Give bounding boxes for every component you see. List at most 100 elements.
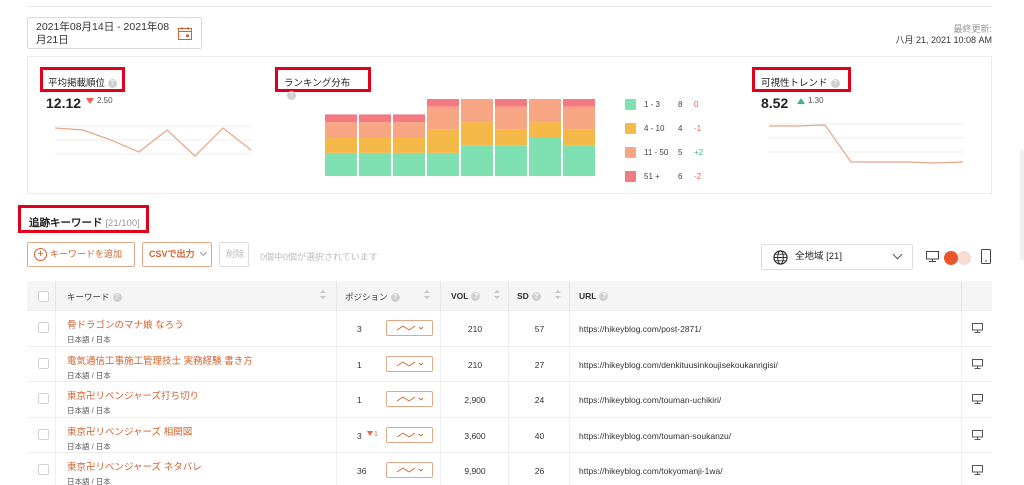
- position-history-button[interactable]: [386, 320, 433, 336]
- sort-icon[interactable]: [319, 290, 327, 300]
- row-checkbox[interactable]: [38, 428, 49, 440]
- dist-bar-segment: [427, 99, 459, 107]
- legend-item[interactable]: 11 - 50 5 +2: [625, 140, 714, 164]
- region-select[interactable]: 全地域 [21]: [761, 244, 913, 270]
- header-sd[interactable]: SD?: [517, 291, 541, 302]
- ranking-url[interactable]: https://hikeyblog.com/touman-soukanzu/: [579, 431, 731, 441]
- legend-item[interactable]: 1 - 3 8 0: [625, 92, 714, 116]
- dist-bar-segment: [393, 114, 425, 123]
- visibility-delta: 1.30: [797, 96, 824, 105]
- help-icon[interactable]: ?: [112, 293, 122, 303]
- table-row[interactable]: 東京卍リベンジャーズ打ち切り 日本語 / 日本 1 2,900 24 https://hi…: [27, 382, 992, 418]
- date-range-picker[interactable]: 2021年08月14日 - 2021年08月21日: [27, 17, 202, 49]
- tracked-keywords-count: [21/100]: [105, 218, 140, 229]
- help-icon[interactable]: ?: [599, 292, 609, 302]
- keyword-link[interactable]: 東京卍リベンジャーズ打ち切り: [67, 388, 199, 402]
- trend-icon: [396, 431, 424, 438]
- add-keyword-button[interactable]: + キーワードを追加: [27, 242, 135, 267]
- help-icon[interactable]: ?: [471, 292, 481, 302]
- keyword-link[interactable]: 骨ドラゴンのマナ娘 なろう: [67, 317, 184, 331]
- dist-bar-segment: [529, 99, 561, 123]
- dist-bar-segment: [393, 122, 425, 138]
- table-row[interactable]: 電気通信工事施工管理技士 実務経験 書き方 日本語 / 日本 1 210 27 https…: [27, 346, 992, 382]
- position-history-button[interactable]: [386, 426, 433, 443]
- keyword-cell: 東京卍リベンジャーズ ネタバレ 日本語 / 日本: [67, 459, 202, 485]
- desktop-icon[interactable]: [972, 429, 983, 440]
- legend-item[interactable]: 4 - 10 4 -1: [625, 116, 714, 140]
- legend-swatch: [625, 146, 636, 158]
- desktop-icon[interactable]: [926, 251, 939, 262]
- desktop-icon[interactable]: [972, 323, 983, 333]
- select-all-checkbox[interactable]: [38, 291, 49, 302]
- header-keyword[interactable]: キーワード?: [67, 291, 122, 303]
- position-delta: 1: [367, 431, 378, 438]
- row-checkbox[interactable]: [38, 464, 49, 475]
- help-icon[interactable]: ?: [108, 78, 118, 88]
- scrollbar[interactable]: [1020, 150, 1024, 260]
- desktop-icon[interactable]: [972, 394, 983, 404]
- sort-icon[interactable]: [554, 290, 562, 300]
- help-icon[interactable]: ?: [287, 90, 296, 100]
- legend-change: +2: [694, 147, 704, 157]
- sort-icon[interactable]: [493, 290, 501, 300]
- position-history-button[interactable]: [386, 391, 433, 407]
- column-divider: [440, 346, 441, 381]
- ranking-url[interactable]: https://hikeyblog.com/touman-uchikiri/: [579, 395, 721, 405]
- row-checkbox[interactable]: [38, 357, 49, 369]
- date-range-text: 2021年08月14日 - 2021年08月21日: [36, 21, 170, 46]
- header-keyword-label: キーワード: [67, 292, 110, 302]
- header-vol-label: VOL: [451, 291, 469, 301]
- tracked-keywords-title: 追跡キーワード: [29, 217, 103, 229]
- keyword-table: キーワード? ポジション? VOL? SD? URL? 骨ドラゴンのマナ娘 なろ…: [27, 281, 992, 485]
- ranking-url[interactable]: https://hikeyblog.com/post-2871/: [579, 324, 701, 334]
- column-divider: [336, 417, 337, 452]
- header-vol[interactable]: VOL?: [451, 291, 481, 302]
- help-icon[interactable]: ?: [830, 78, 840, 88]
- last-updated: 最終更新: 八月 21, 2021 10:08 AM: [895, 24, 992, 46]
- position-history-button[interactable]: [386, 355, 433, 372]
- column-divider: [961, 382, 962, 417]
- table-header: キーワード? ポジション? VOL? SD? URL?: [27, 281, 992, 311]
- ranking-url[interactable]: https://hikeyblog.com/tokyomanji-1wa/: [579, 466, 723, 476]
- column-divider: [508, 453, 509, 485]
- help-icon[interactable]: ?: [390, 293, 400, 303]
- ranking-dist-title-box: ランキング分布?: [275, 67, 371, 100]
- row-checkbox[interactable]: [38, 322, 49, 333]
- keyword-link[interactable]: 東京卍リベンジャーズ ネタバレ: [67, 459, 202, 473]
- device-toggle-track[interactable]: [957, 251, 971, 265]
- table-row[interactable]: 東京卍リベンジャーズ ネタバレ 日本語 / 日本 36 9,900 26 https://…: [27, 453, 992, 485]
- column-divider: [336, 382, 337, 417]
- volume-value: 210: [467, 359, 483, 370]
- column-divider: [508, 346, 509, 381]
- delete-label: 削除: [226, 249, 245, 259]
- column-divider: [508, 382, 509, 417]
- position-value: 3: [357, 430, 362, 441]
- legend-item[interactable]: 51 + 6 -2: [625, 164, 714, 188]
- header-url[interactable]: URL?: [579, 291, 609, 302]
- delete-button[interactable]: 削除: [219, 242, 249, 267]
- column-divider: [961, 417, 962, 452]
- column-divider: [55, 281, 56, 311]
- legend-change: -1: [694, 123, 702, 133]
- position-history-button[interactable]: [386, 462, 433, 478]
- table-row[interactable]: 東京卍リベンジャーズ 相関図 日本語 / 日本 3 1 3,600 40 https://h…: [27, 417, 992, 453]
- keyword-link[interactable]: 電気通信工事施工管理技士 実務経験 書き方: [67, 353, 253, 367]
- mobile-icon[interactable]: [981, 249, 991, 264]
- csv-export-button[interactable]: CSVで出力: [142, 242, 212, 267]
- avg-rank-value: 12.12: [46, 95, 82, 111]
- column-divider: [336, 281, 337, 311]
- sort-icon[interactable]: [423, 290, 431, 300]
- table-row[interactable]: 骨ドラゴンのマナ娘 なろう 日本語 / 日本 3 210 57 https://hikey…: [27, 311, 992, 347]
- row-checkbox[interactable]: [38, 393, 49, 404]
- desktop-icon[interactable]: [972, 465, 983, 475]
- ranking-url[interactable]: https://hikeyblog.com/denkituusinkoujise…: [579, 360, 778, 370]
- position-value: 1: [357, 395, 362, 405]
- last-updated-value: 八月 21, 2021 10:08 AM: [895, 35, 992, 45]
- header-position[interactable]: ポジション?: [345, 291, 400, 303]
- sd-value: 24: [534, 395, 545, 405]
- globe-icon: [773, 250, 788, 265]
- keyword-link[interactable]: 東京卍リベンジャーズ 相関図: [67, 424, 192, 438]
- help-icon[interactable]: ?: [531, 292, 541, 302]
- device-toggle-knob[interactable]: [944, 251, 958, 265]
- desktop-icon[interactable]: [972, 358, 983, 369]
